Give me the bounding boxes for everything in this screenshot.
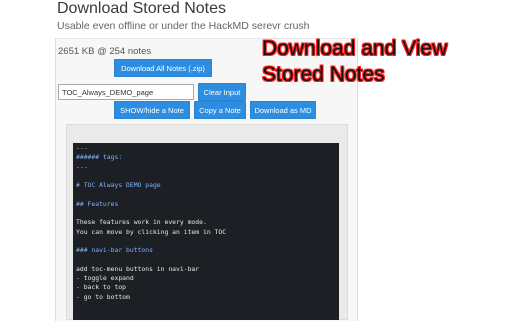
download-as-md-button[interactable]: Download as MD <box>250 101 316 119</box>
note-line <box>76 209 226 218</box>
note-line <box>76 256 226 265</box>
page-title: Download Stored Notes <box>57 0 226 17</box>
storage-stats: 2651 KB @ 254 notes <box>58 46 152 57</box>
note-line: # TOC Always DEMO page <box>76 181 161 190</box>
note-line <box>76 190 226 199</box>
note-line: ### navi-bar buttons <box>76 246 153 255</box>
note-line: You can move by clicking an item in TOC <box>76 227 227 236</box>
note-line <box>76 237 226 246</box>
note-line: ###### tags: <box>76 153 123 162</box>
promo-line-2: Stored Notes <box>262 63 385 86</box>
clear-input-button[interactable]: Clear Input <box>198 83 246 101</box>
note-line: add toc-menu buttons in navi-bar <box>76 264 200 273</box>
note-line: --- <box>76 162 88 171</box>
note-line: --- <box>76 144 88 152</box>
download-all-notes-button[interactable]: Download All Notes (.zip) <box>114 59 212 77</box>
note-line <box>76 172 226 181</box>
note-line: - back to top <box>76 283 127 292</box>
note-content: --- ###### tags: --- # TOC Always DEMO page… <box>76 144 226 302</box>
promo-line-1: Download and View <box>262 37 448 60</box>
page-subtitle: Usable even offline or under the HackMD … <box>57 20 310 32</box>
note-line: These features work in every mode. <box>76 218 207 227</box>
note-line: ## Features <box>76 199 119 208</box>
copy-note-button[interactable]: Copy a Note <box>194 101 246 119</box>
note-preview[interactable]: --- ###### tags: --- # TOC Always DEMO page… <box>73 143 339 320</box>
note-name-input[interactable] <box>58 84 194 100</box>
show-hide-note-button[interactable]: SHOW/hide a Note <box>114 101 190 119</box>
note-line: - toggle expand <box>76 274 134 283</box>
note-line: - go to bottom <box>76 292 130 301</box>
promo-overlay-text: Download and View Stored Notes <box>262 36 447 88</box>
